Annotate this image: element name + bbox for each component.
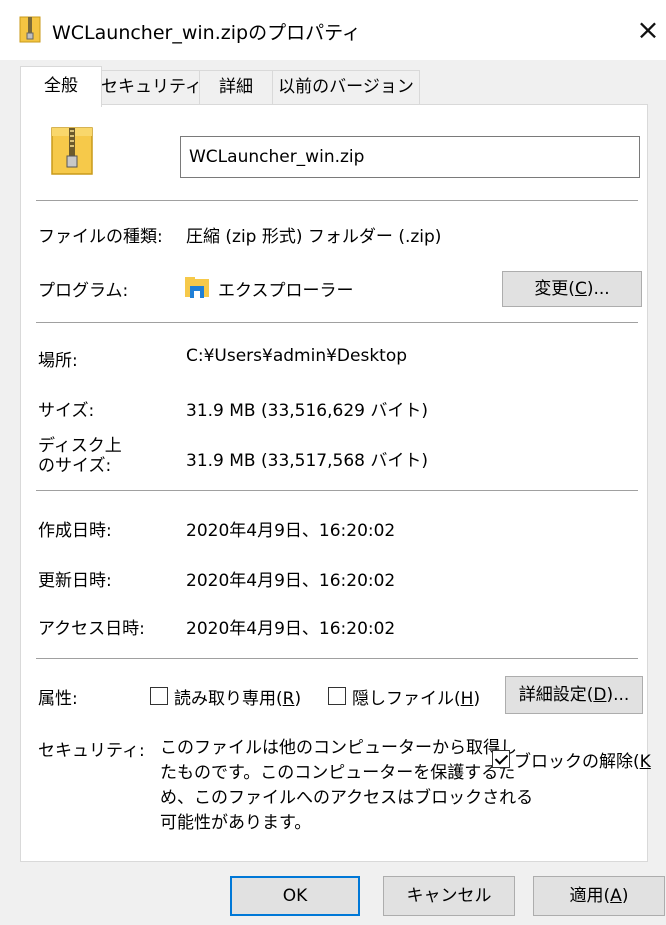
program-value: エクスプローラー bbox=[218, 281, 354, 301]
separator bbox=[36, 322, 638, 323]
location-value: C:¥Users¥admin¥Desktop bbox=[186, 346, 408, 366]
advanced-settings-button[interactable]: 詳細設定(D)... bbox=[505, 676, 643, 714]
tab-previous-versions[interactable]: 以前のバージョン bbox=[272, 70, 420, 105]
security-message-line3: め、このファイルへのアクセスはブロックされる bbox=[160, 788, 534, 808]
size-value: 31.9 MB (33,516,629 バイト) bbox=[186, 401, 428, 421]
disk-size-label-line1: ディスク上 bbox=[38, 436, 122, 456]
file-type-value: 圧縮 (zip 形式) フォルダー (.zip) bbox=[186, 227, 442, 247]
security-message-line2: たものです。このコンピューターを保護するた bbox=[160, 763, 516, 783]
separator bbox=[36, 658, 638, 659]
location-label: 場所: bbox=[38, 351, 78, 371]
explorer-icon bbox=[184, 274, 210, 300]
zip-folder-icon bbox=[18, 15, 42, 43]
hidden-checkbox[interactable] bbox=[328, 687, 346, 705]
zip-file-icon bbox=[50, 124, 94, 176]
security-message-line4: 可能性があります。 bbox=[160, 813, 312, 833]
separator bbox=[36, 200, 638, 201]
modified-label: 更新日時: bbox=[38, 571, 112, 591]
window-title: WCLauncher_win.zipのプロパティ bbox=[52, 22, 361, 44]
security-message: このファイルは他のコンピューターから取得し たものです。このコンピューターを保護… bbox=[160, 736, 533, 836]
accessed-value: 2020年4月9日、16:20:02 bbox=[186, 619, 396, 639]
security-message-line1: このファイルは他のコンピューターから取得し bbox=[160, 738, 517, 758]
file-type-label: ファイルの種類: bbox=[38, 227, 163, 247]
attributes-label: 属性: bbox=[38, 689, 78, 709]
filename-input[interactable]: WCLauncher_win.zip bbox=[180, 136, 640, 178]
change-program-button[interactable]: 変更(C)... bbox=[502, 271, 642, 307]
tab-general[interactable]: 全般 bbox=[20, 66, 102, 107]
cancel-button[interactable]: キャンセル bbox=[383, 876, 515, 916]
hidden-label[interactable]: 隠しファイル(H) bbox=[352, 684, 480, 709]
modified-value: 2020年4月9日、16:20:02 bbox=[186, 571, 396, 591]
close-button[interactable]: × bbox=[630, 10, 666, 50]
program-label: プログラム: bbox=[38, 281, 129, 301]
tab-security[interactable]: セキュリティ bbox=[100, 70, 202, 105]
created-value: 2020年4月9日、16:20:02 bbox=[186, 521, 396, 541]
size-label: サイズ: bbox=[38, 401, 95, 421]
security-label: セキュリティ: bbox=[38, 741, 145, 761]
separator bbox=[36, 490, 638, 491]
disk-size-value: 31.9 MB (33,517,568 バイト) bbox=[186, 451, 428, 471]
readonly-checkbox[interactable] bbox=[150, 687, 168, 705]
disk-size-label-line2: のサイズ: bbox=[38, 456, 112, 476]
readonly-label[interactable]: 読み取り専用(R) bbox=[174, 684, 301, 709]
unblock-checkbox[interactable] bbox=[492, 750, 510, 768]
disk-size-label: ディスク上 のサイズ: bbox=[38, 436, 122, 476]
unblock-label[interactable]: ブロックの解除(K bbox=[514, 747, 651, 772]
ok-button[interactable]: OK bbox=[230, 876, 360, 916]
created-label: 作成日時: bbox=[38, 521, 112, 541]
apply-button[interactable]: 適用(A) bbox=[533, 876, 665, 916]
tab-details[interactable]: 詳細 bbox=[199, 70, 273, 105]
accessed-label: アクセス日時: bbox=[38, 619, 145, 639]
